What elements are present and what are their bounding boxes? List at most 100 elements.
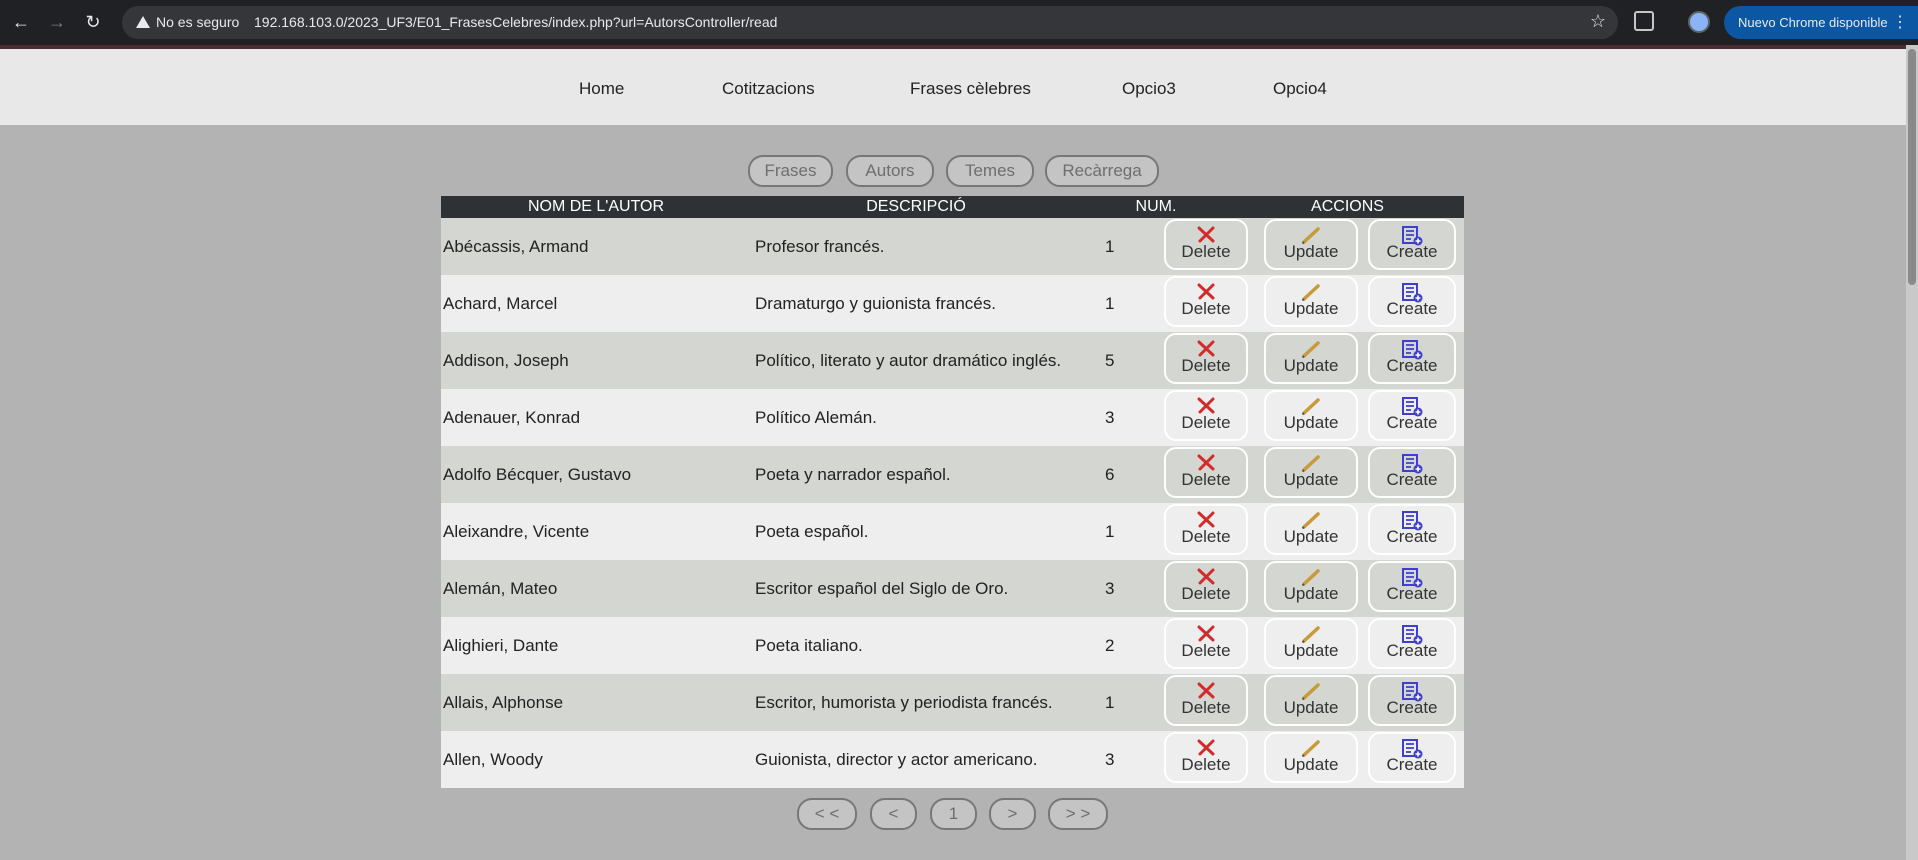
update-button[interactable]: Update: [1264, 504, 1358, 555]
author-count: 2: [1105, 636, 1115, 655]
bookmark-star-icon[interactable]: ☆: [1590, 11, 1606, 32]
page-last-button[interactable]: > >: [1048, 798, 1108, 830]
address-bar[interactable]: No es seguro 192.168.103.0/2023_UF3/E01_…: [122, 6, 1618, 39]
delete-button[interactable]: Delete: [1164, 333, 1248, 384]
delete-button[interactable]: Delete: [1164, 219, 1248, 270]
nav-home[interactable]: Home: [579, 79, 624, 99]
create-button[interactable]: Create: [1368, 276, 1456, 327]
nav-opcio4[interactable]: Opcio4: [1273, 79, 1327, 99]
author-name: Adolfo Bécquer, Gustavo: [443, 465, 632, 484]
author-name: Allen, Woody: [443, 750, 543, 769]
site-nav: Home Cotitzacions Frases cèlebres Opcio3…: [0, 45, 1906, 125]
update-button[interactable]: Update: [1264, 276, 1358, 327]
delete-button[interactable]: Delete: [1164, 675, 1248, 726]
table-row: Abécassis, Armand Profesor francés. 1 Delet…: [441, 218, 1464, 275]
page-prev-button[interactable]: <: [870, 798, 917, 830]
delete-button[interactable]: Delete: [1164, 447, 1248, 498]
author-description: Político Alemán.: [755, 408, 877, 427]
page-next-button[interactable]: >: [989, 798, 1036, 830]
delete-button[interactable]: Delete: [1164, 618, 1248, 669]
author-description: Político, literato y autor dramático ing…: [755, 351, 1062, 370]
more-icon[interactable]: ⋮: [1892, 6, 1908, 39]
url-text[interactable]: 192.168.103.0/2023_UF3/E01_FrasesCelebre…: [254, 14, 777, 30]
subnav-recarrega-button[interactable]: Recàrrega: [1045, 155, 1159, 187]
chrome-update-button[interactable]: Nuevo Chrome disponible ⋮: [1724, 6, 1918, 39]
page-first-button[interactable]: < <: [797, 798, 857, 830]
author-name: Allais, Alphonse: [443, 693, 564, 712]
delete-button[interactable]: Delete: [1164, 732, 1248, 783]
author-count: 3: [1105, 408, 1115, 427]
browser-toolbar: ← → ↻ No es seguro 192.168.103.0/2023_UF…: [0, 0, 1918, 45]
delete-button[interactable]: Delete: [1164, 504, 1248, 555]
subnav-autors-button[interactable]: Autors: [846, 155, 934, 187]
table-header: Nom de l'autor Descripció Num. Accions: [441, 196, 1464, 218]
page-current-button[interactable]: 1: [930, 798, 977, 830]
page-scrollbar[interactable]: [1906, 45, 1918, 860]
author-count: 6: [1105, 465, 1115, 484]
update-button[interactable]: Update: [1264, 561, 1358, 612]
delete-button[interactable]: Delete: [1164, 276, 1248, 327]
create-button[interactable]: Create: [1368, 504, 1456, 555]
extensions-icon[interactable]: [1634, 11, 1654, 31]
forward-icon[interactable]: →: [46, 11, 68, 33]
create-button[interactable]: Create: [1368, 333, 1456, 384]
profile-avatar[interactable]: [1688, 11, 1710, 33]
author-name: Alighieri, Dante: [443, 636, 559, 655]
table-row: Alemán, Mateo Escritor español del Siglo …: [441, 560, 1464, 617]
table-row: Allen, Woody Guionista, director y actor …: [441, 731, 1464, 788]
table-row: Allais, Alphonse Escritor, humorista y pe…: [441, 674, 1464, 731]
create-button[interactable]: Create: [1368, 561, 1456, 612]
table-row: Achard, Marcel Dramaturgo y guionista fra…: [441, 275, 1464, 332]
author-count: 1: [1105, 237, 1115, 256]
reload-icon[interactable]: ↻: [82, 11, 104, 33]
authors-table: Nom de l'autor Descripció Num. Accions A…: [441, 196, 1464, 788]
author-count: 1: [1105, 693, 1115, 712]
table-row: Addison, Joseph Político, literato y auto…: [441, 332, 1464, 389]
update-button[interactable]: Update: [1264, 732, 1358, 783]
author-description: Dramaturgo y guionista francés.: [755, 294, 996, 313]
author-name: Aleixandre, Vicente: [443, 522, 590, 541]
create-button[interactable]: Create: [1368, 732, 1456, 783]
scrollbar-thumb[interactable]: [1908, 49, 1916, 285]
author-name: Alemán, Mateo: [443, 579, 558, 598]
author-description: Poeta español.: [755, 522, 869, 541]
author-count: 1: [1105, 294, 1115, 313]
nav-frases-celebres[interactable]: Frases cèlebres: [910, 79, 1031, 99]
update-button[interactable]: Update: [1264, 390, 1358, 441]
table-row: Adolfo Bécquer, Gustavo Poeta y narrador …: [441, 446, 1464, 503]
create-button[interactable]: Create: [1368, 618, 1456, 669]
subnav-frases-button[interactable]: Frases: [748, 155, 833, 187]
update-button[interactable]: Update: [1264, 333, 1358, 384]
create-button[interactable]: Create: [1368, 219, 1456, 270]
subnav-temes-button[interactable]: Temes: [946, 155, 1034, 187]
author-description: Guionista, director y actor americano.: [755, 750, 1038, 769]
col-header-num: Num.: [1135, 198, 1177, 215]
author-description: Profesor francés.: [755, 237, 885, 256]
author-description: Poeta y narrador español.: [755, 465, 951, 484]
update-button[interactable]: Update: [1264, 618, 1358, 669]
author-count: 3: [1105, 579, 1115, 598]
create-button[interactable]: Create: [1368, 675, 1456, 726]
author-name: Addison, Joseph: [443, 351, 569, 370]
author-count: 5: [1105, 351, 1115, 370]
security-indicator[interactable]: No es seguro: [130, 13, 247, 32]
author-name: Abécassis, Armand: [443, 237, 589, 256]
back-icon[interactable]: ←: [10, 11, 32, 33]
delete-button[interactable]: Delete: [1164, 390, 1248, 441]
create-button[interactable]: Create: [1368, 447, 1456, 498]
create-button[interactable]: Create: [1368, 390, 1456, 441]
nav-opcio3[interactable]: Opcio3: [1122, 79, 1176, 99]
nav-cotitzacions[interactable]: Cotitzacions: [722, 79, 815, 99]
delete-button[interactable]: Delete: [1164, 561, 1248, 612]
author-count: 3: [1105, 750, 1115, 769]
author-description: Escritor, humorista y periodista francés…: [755, 693, 1053, 712]
author-name: Adenauer, Konrad: [443, 408, 581, 427]
update-button[interactable]: Update: [1264, 675, 1358, 726]
author-description: Escritor español del Siglo de Oro.: [755, 579, 1009, 598]
update-button[interactable]: Update: [1264, 447, 1358, 498]
col-header-actions: Accions: [1311, 198, 1384, 215]
author-count: 1: [1105, 522, 1115, 541]
update-button[interactable]: Update: [1264, 219, 1358, 270]
warning-icon: [136, 16, 150, 28]
table-row: Aleixandre, Vicente Poeta español. 1 Delete…: [441, 503, 1464, 560]
